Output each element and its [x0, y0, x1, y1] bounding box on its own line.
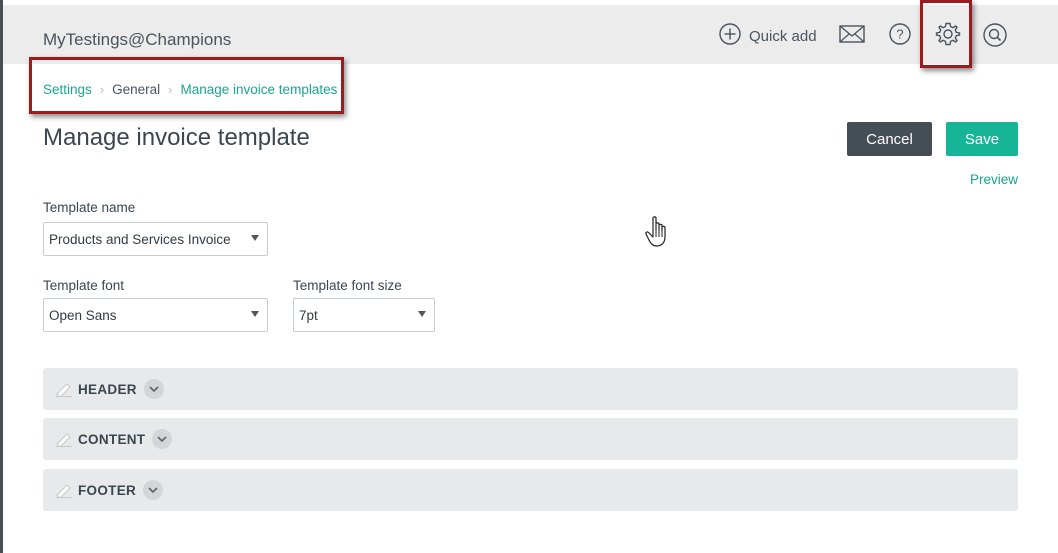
company-name: MyTestings@Champions: [43, 30, 232, 49]
gear-icon: [935, 21, 961, 52]
help-button[interactable]: ?: [887, 22, 913, 51]
plus-circle-icon: [718, 22, 742, 51]
pencil-icon: [54, 481, 76, 499]
search-icon: [982, 22, 1008, 53]
template-name-select[interactable]: Products and Services Invoice: [43, 222, 268, 256]
window-left-edge: [0, 0, 3, 553]
quick-add-label: Quick add: [749, 27, 817, 45]
template-font-size-label: Template font size: [293, 278, 402, 293]
pencil-icon: [54, 430, 76, 448]
template-font-select[interactable]: Open Sans: [43, 298, 268, 332]
search-button[interactable]: [981, 22, 1009, 53]
dropdown-caret-icon: [418, 311, 426, 317]
top-bar: MyTestings@Champions Quick add ?: [3, 5, 1058, 64]
breadcrumb-settings-link[interactable]: Settings: [43, 82, 92, 97]
template-font-value: Open Sans: [49, 307, 117, 323]
dropdown-caret-icon: [251, 235, 259, 241]
breadcrumb-manage-invoice-templates-link[interactable]: Manage invoice templates: [181, 82, 338, 97]
save-button[interactable]: Save: [946, 122, 1018, 156]
mail-icon: [838, 23, 866, 50]
section-header[interactable]: HEADER: [43, 368, 1018, 410]
section-footer-label: FOOTER: [78, 482, 137, 498]
breadcrumb: Settings › General › Manage invoice temp…: [43, 80, 337, 98]
breadcrumb-separator-icon: ›: [168, 81, 173, 97]
hand-cursor-icon: [644, 215, 672, 251]
template-name-value: Products and Services Invoice: [49, 231, 231, 247]
mail-button[interactable]: [837, 22, 867, 50]
section-content-label: CONTENT: [78, 431, 146, 447]
template-font-label: Template font: [43, 278, 125, 293]
chevron-down-icon[interactable]: [143, 379, 164, 399]
breadcrumb-general: General: [112, 81, 161, 97]
quick-add-button[interactable]: Quick add: [718, 22, 817, 51]
chevron-down-icon[interactable]: [143, 480, 164, 500]
page-title: Manage invoice template: [43, 124, 310, 151]
breadcrumb-separator-icon: ›: [99, 81, 105, 97]
template-font-size-select[interactable]: 7pt: [293, 298, 435, 332]
cancel-button[interactable]: Cancel: [847, 122, 932, 156]
settings-button[interactable]: [933, 21, 963, 51]
svg-text:?: ?: [896, 26, 903, 41]
help-icon: ?: [888, 22, 912, 51]
preview-link[interactable]: Preview: [970, 172, 1018, 187]
dropdown-caret-icon: [251, 311, 259, 317]
section-header-label: HEADER: [78, 381, 137, 397]
chevron-down-icon[interactable]: [152, 429, 173, 449]
template-font-size-value: 7pt: [299, 307, 318, 323]
section-content[interactable]: CONTENT: [43, 418, 1018, 460]
pencil-icon: [54, 380, 76, 398]
template-name-label: Template name: [43, 200, 136, 215]
section-footer[interactable]: FOOTER: [43, 469, 1018, 511]
